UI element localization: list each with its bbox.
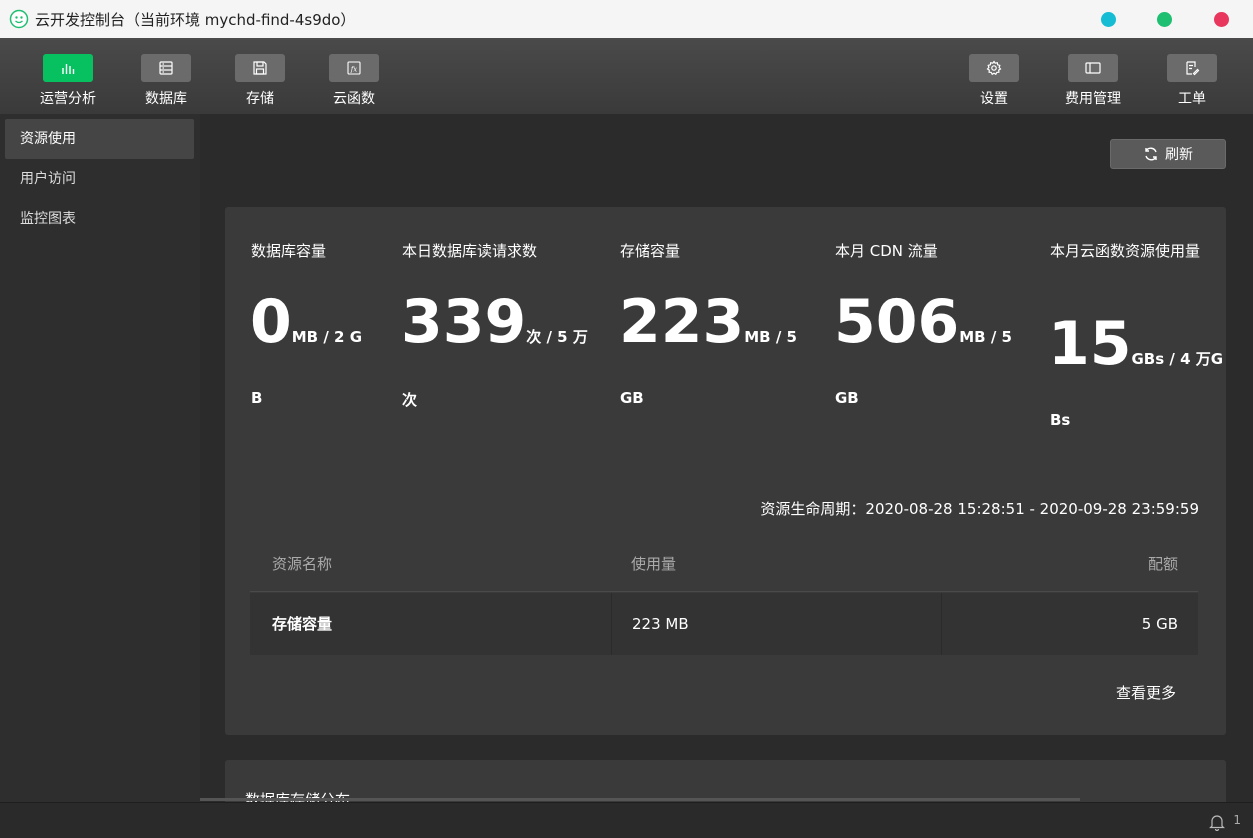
- database-label: 数据库: [145, 91, 187, 107]
- operations-analysis-label: 运营分析: [40, 91, 96, 107]
- maximize-button[interactable]: [1157, 12, 1172, 27]
- tool-ticket[interactable]: 工单: [1154, 54, 1230, 108]
- cloud-function-label: 云函数: [333, 91, 375, 107]
- row-name: 存储容量: [272, 615, 333, 633]
- stat-unit-cont: GB: [835, 389, 859, 407]
- ticket-label: 工单: [1178, 91, 1206, 107]
- stat-cdn-traffic: 本月 CDN 流量: [835, 240, 995, 262]
- row-quota: 5 GB: [1141, 615, 1178, 633]
- refresh-label: 刷新: [1165, 147, 1193, 163]
- storage-icon: [253, 61, 267, 75]
- window-titlebar: 云开发控制台（当前环境 mychd-find-4s9do）: [0, 0, 1253, 38]
- stat-unit: GBs / 4 万G: [1131, 350, 1224, 368]
- stat-value-cdn-traffic: 506MB / 5: [834, 292, 1012, 352]
- stat-value: 506: [834, 287, 960, 357]
- stat-db-capacity: 数据库容量: [251, 240, 391, 262]
- stat-title: 存储容量: [620, 242, 681, 260]
- stat-storage-capacity: 存储容量: [620, 240, 770, 262]
- table-row: 存储容量 223 MB 5 GB: [250, 593, 1198, 655]
- stat-value: 223: [619, 287, 745, 357]
- tool-settings[interactable]: 设置: [956, 54, 1032, 108]
- main-toolbar: 运营分析 数据库 存储 fx 云函数 设置 费用管理 工单: [0, 38, 1253, 114]
- stat-title: 数据库容量: [251, 242, 327, 260]
- billing-label: 费用管理: [1065, 91, 1121, 107]
- stat-title: 本月 CDN 流量: [835, 242, 938, 260]
- stat-value-storage-capacity: 223MB / 5: [619, 292, 797, 352]
- refresh-icon: [1145, 147, 1157, 161]
- bell-icon[interactable]: [1209, 813, 1225, 831]
- stat-db-reads: 本日数据库读请求数: [402, 240, 592, 262]
- stat-unit-cont: GB: [620, 389, 644, 407]
- database-button[interactable]: [141, 54, 191, 82]
- sidebar-item-user-access[interactable]: 用户访问: [5, 159, 194, 199]
- stat-title: 本月云函数资源使用量: [1050, 242, 1201, 260]
- storage-button[interactable]: [235, 54, 285, 82]
- stat-value: 0: [250, 287, 292, 357]
- stat-value: 339: [401, 287, 527, 357]
- sidebar-item-monitoring-charts[interactable]: 监控图表: [5, 199, 194, 239]
- tool-billing[interactable]: 费用管理: [1053, 54, 1133, 108]
- stat-unit: 次 / 5 万: [526, 328, 588, 346]
- column-divider: [611, 593, 612, 655]
- sidebar-item-resource-usage[interactable]: 资源使用: [5, 119, 194, 159]
- sidebar: 资源使用 用户访问 监控图表: [0, 114, 200, 802]
- tool-storage[interactable]: 存储: [222, 54, 298, 108]
- row-usage: 223 MB: [632, 615, 689, 633]
- resource-usage-card: 数据库容量 0MB / 2 G B 本日数据库读请求数 339次 / 5 万 次…: [225, 207, 1226, 735]
- billing-icon: [1085, 62, 1101, 74]
- bar-chart-icon: [62, 64, 75, 74]
- column-header-usage: 使用量: [631, 555, 677, 573]
- app-logo-icon: [9, 9, 29, 29]
- close-button[interactable]: [1214, 12, 1229, 27]
- stat-unit: MB / 5: [959, 328, 1012, 346]
- stat-function-usage: 本月云函数资源使用量: [1050, 240, 1205, 262]
- db-storage-distribution-card: 数据库存储分布: [225, 760, 1226, 802]
- ticket-icon: [1186, 61, 1200, 76]
- stat-unit: MB / 2 G: [291, 328, 363, 346]
- resource-lifecycle-period: 资源生命周期：2020-08-28 15:28:51 - 2020-09-28 …: [760, 500, 1199, 518]
- cloud-function-button[interactable]: fx: [329, 54, 379, 82]
- operations-analysis-button[interactable]: [43, 54, 93, 82]
- stat-unit-cont: Bs: [1050, 411, 1071, 429]
- view-more-link[interactable]: 查看更多: [1116, 682, 1176, 703]
- database-icon: [159, 61, 173, 75]
- column-header-name: 资源名称: [272, 555, 333, 573]
- refresh-button[interactable]: 刷新: [1110, 139, 1226, 169]
- stat-value-function-usage: 15GBs / 4 万G: [1048, 314, 1223, 374]
- tool-cloud-function[interactable]: fx 云函数: [316, 54, 392, 108]
- status-bar: 1: [0, 802, 1253, 838]
- horizontal-scrollbar[interactable]: [200, 798, 1080, 801]
- column-header-quota: 配额: [1147, 555, 1178, 573]
- gear-icon: [986, 60, 1002, 76]
- tool-database[interactable]: 数据库: [128, 54, 204, 108]
- billing-button[interactable]: [1068, 54, 1118, 82]
- minimize-button[interactable]: [1101, 12, 1116, 27]
- storage-label: 存储: [246, 91, 274, 107]
- main-content: 刷新 数据库容量 0MB / 2 G B 本日数据库读请求数 339次 / 5 …: [200, 114, 1253, 802]
- stat-value: 15: [1048, 309, 1132, 379]
- ticket-button[interactable]: [1167, 54, 1217, 82]
- stat-unit-cont: B: [251, 389, 263, 407]
- settings-label: 设置: [980, 91, 1008, 107]
- stat-unit: MB / 5: [744, 328, 797, 346]
- settings-button[interactable]: [969, 54, 1019, 82]
- svg-text:fx: fx: [350, 66, 358, 74]
- window-title: 云开发控制台（当前环境 mychd-find-4s9do）: [35, 11, 356, 29]
- stat-unit-cont: 次: [402, 391, 418, 409]
- stat-value-db-capacity: 0MB / 2 G: [250, 292, 362, 352]
- notification-count: 1: [1233, 813, 1241, 827]
- tool-operations-analysis[interactable]: 运营分析: [30, 54, 106, 108]
- stat-title: 本日数据库读请求数: [402, 242, 538, 260]
- function-icon: fx: [347, 61, 361, 75]
- column-divider: [941, 593, 942, 655]
- stat-value-db-reads: 339次 / 5 万: [401, 292, 588, 352]
- table-header: 资源名称 使用量 配额: [250, 537, 1198, 592]
